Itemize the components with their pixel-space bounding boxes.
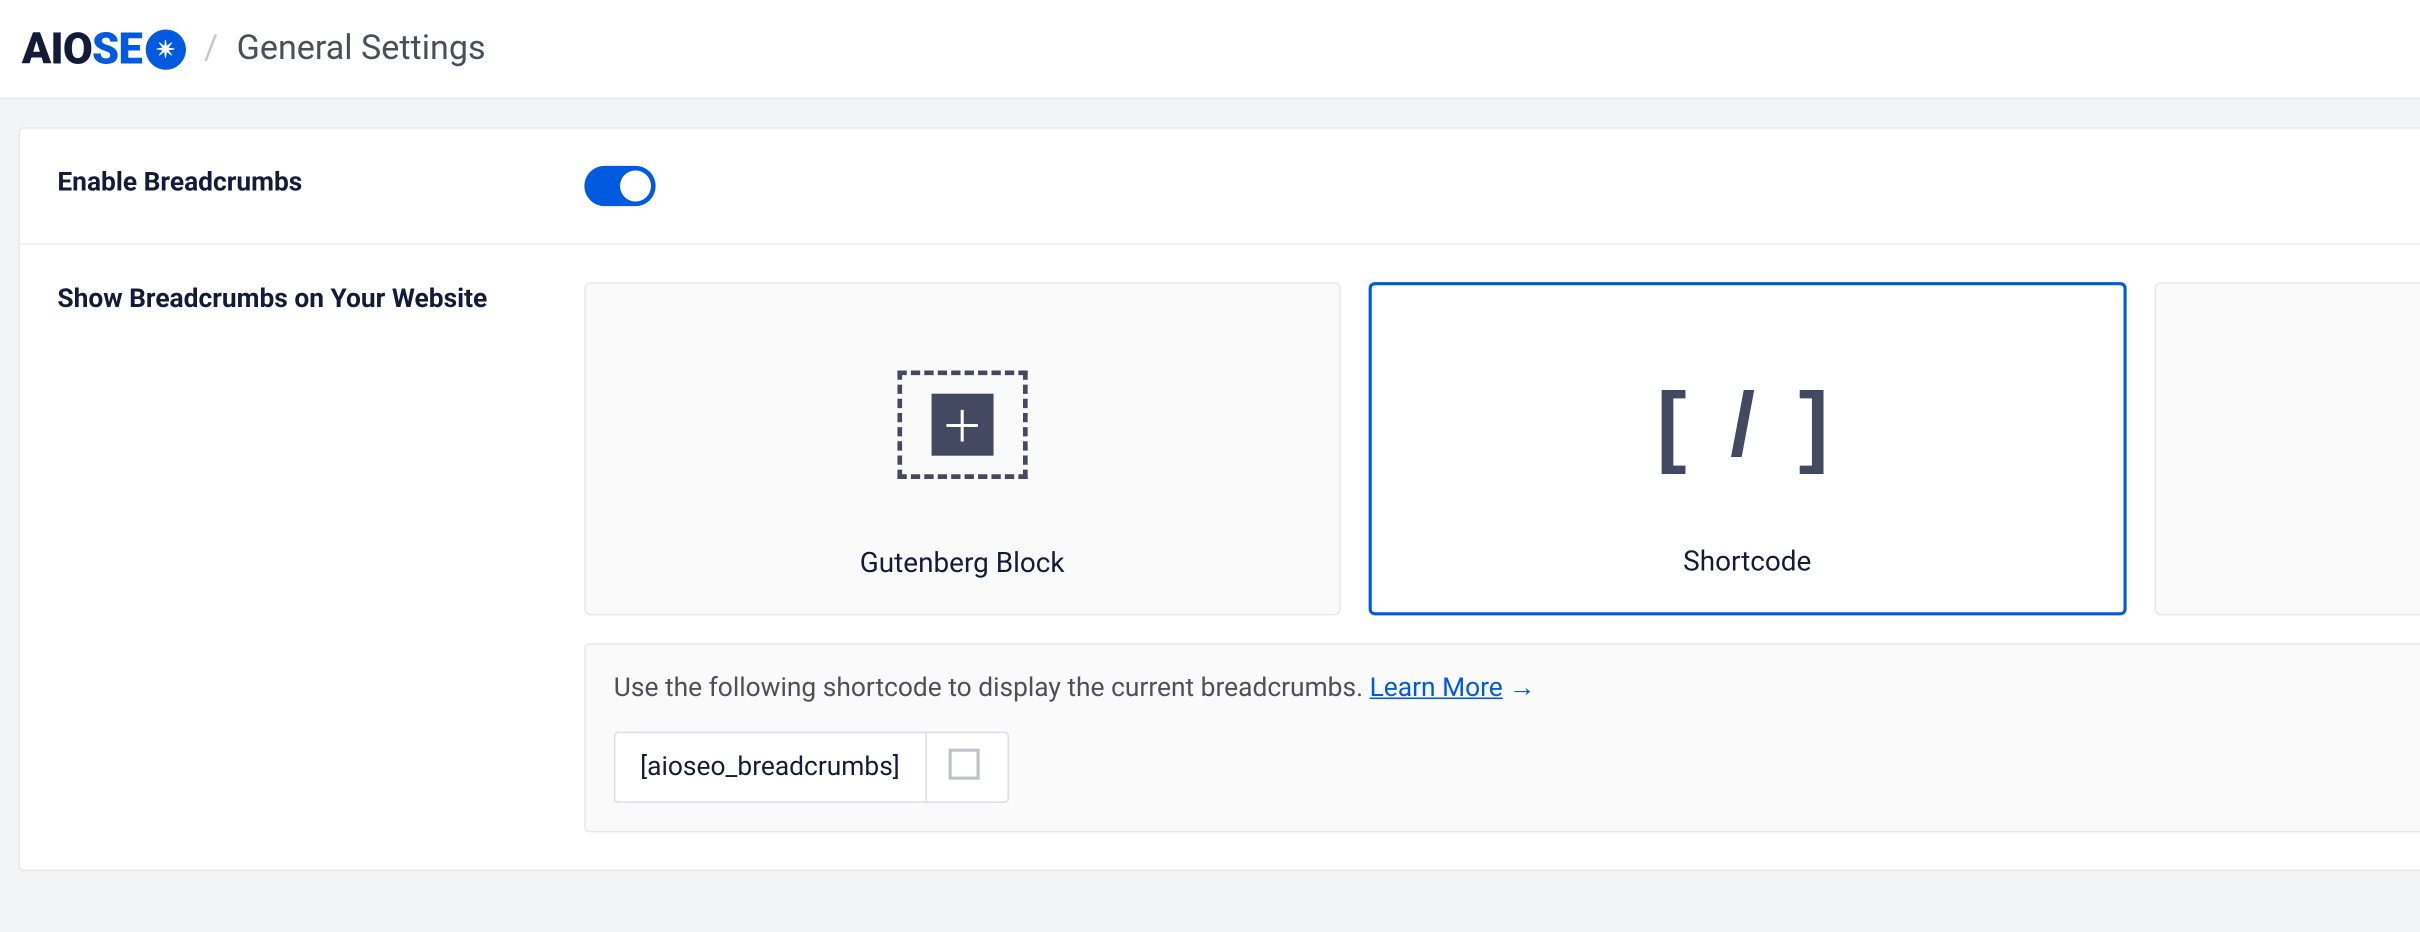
option-gutenberg-block[interactable]: ＋ Gutenberg Block — [584, 282, 1340, 615]
row-enable-breadcrumbs: Enable Breadcrumbs — [20, 129, 2420, 245]
page-title: General Settings — [237, 29, 486, 68]
copy-icon — [954, 755, 979, 780]
logo-text: AI — [22, 23, 63, 74]
logo-text: O — [63, 23, 92, 74]
option-label: Shortcode — [1683, 546, 1811, 579]
arrow-right-icon: → — [1509, 673, 1535, 704]
logo: AIOSE✴ — [22, 23, 186, 74]
display-method-options: ＋ Gutenberg Block [ / ] Shortcode Widget — [584, 282, 2420, 615]
option-widget[interactable]: Widget — [2155, 282, 2420, 615]
row-show-breadcrumbs: Show Breadcrumbs on Your Website ＋ Guten… — [20, 245, 2420, 870]
enable-breadcrumbs-toggle[interactable] — [584, 166, 655, 206]
enable-breadcrumbs-label: Enable Breadcrumbs — [57, 166, 584, 206]
shortcode-icon: [ / ] — [1657, 374, 1838, 478]
separator: / — [204, 29, 218, 68]
app-header: AIOSE✴ / General Settings Site Status: L… — [0, 0, 2420, 99]
logo-text: SE — [92, 23, 142, 74]
gutenberg-block-icon: ＋ — [897, 370, 1027, 479]
gear-icon: ✴ — [145, 29, 185, 69]
shortcode-row: [aioseo_breadcrumbs] — [614, 732, 2420, 803]
show-breadcrumbs-label: Show Breadcrumbs on Your Website — [57, 282, 584, 832]
option-shortcode[interactable]: [ / ] Shortcode — [1368, 282, 2127, 615]
instruction-text: Use the following shortcode to display t… — [614, 673, 2420, 704]
settings-card: Enable Breadcrumbs Show Breadcrumbs on Y… — [19, 127, 2420, 871]
shortcode-instructions: Use the following shortcode to display t… — [584, 643, 2420, 832]
shortcode-value[interactable]: [aioseo_breadcrumbs] — [614, 732, 925, 803]
option-label: Gutenberg Block — [860, 547, 1065, 580]
copy-shortcode-button[interactable] — [925, 732, 1009, 803]
learn-more-link[interactable]: Learn More — [1370, 673, 1503, 704]
